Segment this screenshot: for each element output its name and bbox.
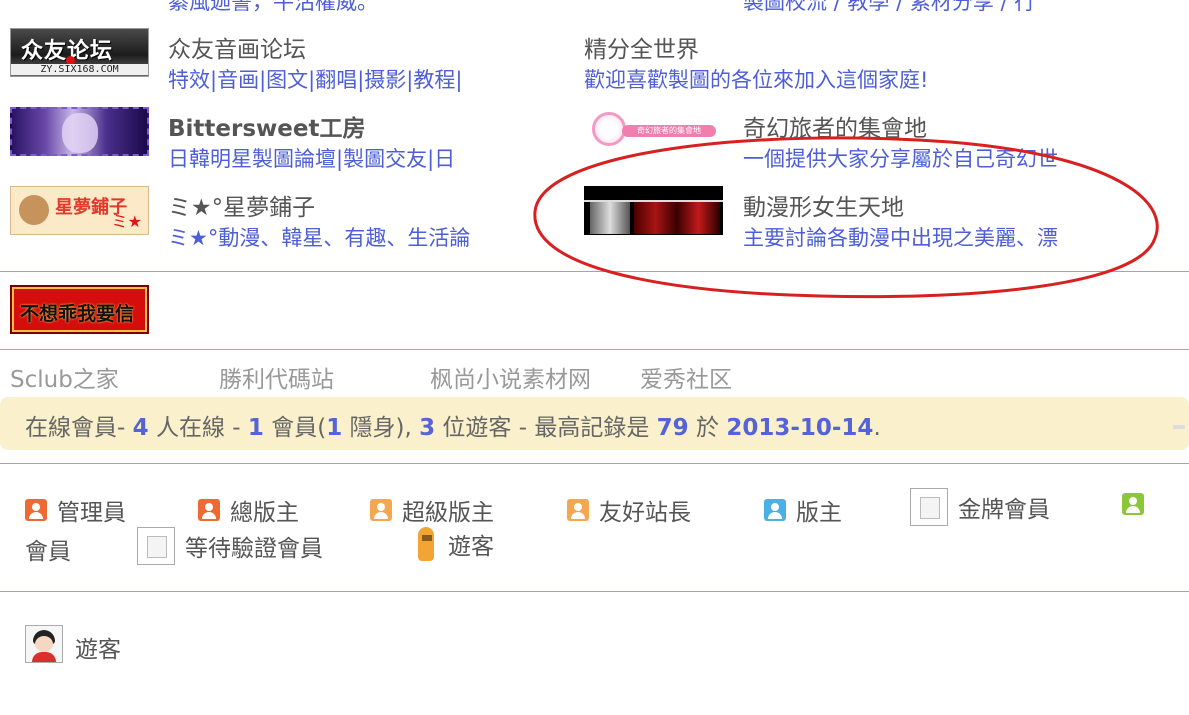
collapse-handle[interactable] — [1173, 425, 1185, 429]
legend-item: 超級版主 — [370, 493, 494, 527]
divider — [0, 349, 1189, 350]
broken-image-icon — [910, 488, 948, 526]
legend-label: 總版主 — [230, 500, 299, 526]
forum-desc[interactable]: ミ★°動漫、韓星、有趣、生活論 — [168, 222, 528, 252]
forum-name[interactable]: ミ★°星夢鋪子 — [168, 188, 315, 222]
super-moderator-icon — [370, 499, 392, 521]
forum-banner-fantasy[interactable]: 奇幻旅者的集會地 — [584, 107, 723, 156]
online-hidden: 1 — [326, 415, 343, 441]
banner-portrait — [62, 113, 98, 153]
divider — [0, 271, 1189, 272]
guest-name[interactable]: 遊客 — [75, 630, 121, 664]
legend-item: 友好站長 — [567, 493, 691, 527]
online-stats-text: 在線會員- 4 人在線 - 1 會員(1 隱身), 3 位遊客 - 最高記錄是 … — [25, 408, 881, 442]
forum-desc-partial-left[interactable]: 綦風迦誓，牛沽權威。 — [168, 0, 378, 16]
legend-label: 會員 — [25, 539, 71, 565]
avatar-face — [35, 636, 53, 652]
legend-item — [1122, 493, 1154, 515]
online-sep: - — [117, 415, 133, 441]
legend-label: 金牌會員 — [958, 497, 1050, 523]
friend-link[interactable]: Sclub之家 — [10, 360, 119, 394]
broken-image-icon — [137, 527, 175, 565]
forum-desc[interactable]: 歡迎喜歡製圖的各位來加入這個家庭! — [584, 64, 1014, 94]
admin-icon — [25, 499, 47, 521]
forum-desc[interactable]: 日韓明星製圖論壇|製圖交友|日 — [168, 143, 533, 173]
forum-name[interactable]: Bittersweet工房 — [168, 109, 365, 143]
banner-title: 奇幻旅者的集會地 — [622, 125, 716, 137]
banner-subtitle: ZY.SIX168.COM — [11, 64, 148, 75]
link-banner-red[interactable]: 不想乖我要信 — [10, 285, 149, 334]
legend-label: 版主 — [796, 500, 842, 526]
forum-desc[interactable]: 一個提供大家分享屬於自己奇幻世 — [743, 143, 1123, 173]
online-unit: 隱身), — [342, 415, 420, 441]
moderator-icon — [764, 499, 786, 521]
online-count: 4 — [132, 415, 149, 441]
star-icon: ミ★ — [111, 212, 142, 231]
online-label: 在線會員 — [25, 415, 117, 441]
banner-graphic — [634, 200, 720, 234]
online-guests: 3 — [419, 415, 436, 441]
alpaca-icon — [414, 527, 438, 561]
online-unit: 位遊客 - 最高記錄是 — [435, 415, 657, 441]
online-unit: 會員( — [263, 415, 327, 441]
forum-name[interactable]: 動漫形女生天地 — [743, 188, 904, 222]
legend-label: 管理員 — [57, 500, 126, 526]
friend-link[interactable]: 爱秀社区 — [640, 360, 732, 394]
bear-icon — [19, 195, 49, 225]
online-end: . — [873, 415, 881, 441]
legend-item: 會員 — [25, 532, 71, 566]
avatar-body — [32, 652, 56, 662]
forum-desc-partial-right[interactable]: 製圖校流 / 教學 / 素材分享 / 行 — [743, 0, 1035, 16]
forum-banner-bittersweet[interactable] — [10, 107, 149, 156]
legend-label: 超級版主 — [402, 500, 494, 526]
friend-admin-icon — [567, 499, 589, 521]
friend-link[interactable]: 枫尚小说素材网 — [430, 360, 591, 394]
legend-item: 管理員 — [25, 493, 126, 527]
online-record-date: 2013-10-14 — [726, 415, 874, 441]
super-moderator-icon — [198, 499, 220, 521]
banner-title: 不想乖我要信 — [20, 303, 135, 325]
online-members: 1 — [247, 415, 264, 441]
forum-name[interactable]: 精分全世界 — [584, 30, 699, 64]
legend-item: 遊客 — [414, 527, 494, 561]
forum-desc[interactable]: 特效|音画|图文|翻唱|摄影|教程| — [168, 64, 548, 94]
divider — [0, 463, 1189, 464]
forum-banner-zhongyou[interactable]: 众友论坛 ZY.SIX168.COM — [10, 28, 149, 77]
legend-item: 等待驗證會員 — [137, 527, 323, 565]
legend-label: 遊客 — [448, 534, 494, 560]
divider — [0, 591, 1189, 592]
friend-link[interactable]: 勝利代碼站 — [219, 360, 334, 394]
legend-item: 總版主 — [198, 493, 299, 527]
legend-item: 版主 — [764, 493, 842, 527]
forum-name[interactable]: 奇幻旅者的集會地 — [743, 109, 927, 143]
legend-item: 金牌會員 — [910, 488, 1050, 526]
hexagram-icon — [592, 112, 626, 146]
online-unit: 人在線 - — [148, 415, 248, 441]
forum-desc[interactable]: 主要討論各動漫中出現之美麗、漂 — [743, 222, 1123, 252]
guest-avatar-icon — [25, 625, 63, 663]
online-unit: 於 — [688, 415, 727, 441]
forum-banner-anime-girls[interactable] — [584, 186, 723, 235]
banner-graphic — [590, 200, 630, 234]
forum-banner-xingmeng[interactable]: 星夢鋪子 ミ★ — [10, 186, 149, 235]
legend-label: 友好站長 — [599, 500, 691, 526]
online-stats-bar: 在線會員- 4 人在線 - 1 會員(1 隱身), 3 位遊客 - 最高記錄是 … — [0, 397, 1189, 450]
banner-line — [584, 200, 723, 202]
forum-name[interactable]: 众友音画论坛 — [168, 30, 306, 64]
online-record: 79 — [656, 415, 689, 441]
member-icon — [1122, 493, 1144, 515]
legend-label: 等待驗證會員 — [185, 536, 323, 562]
